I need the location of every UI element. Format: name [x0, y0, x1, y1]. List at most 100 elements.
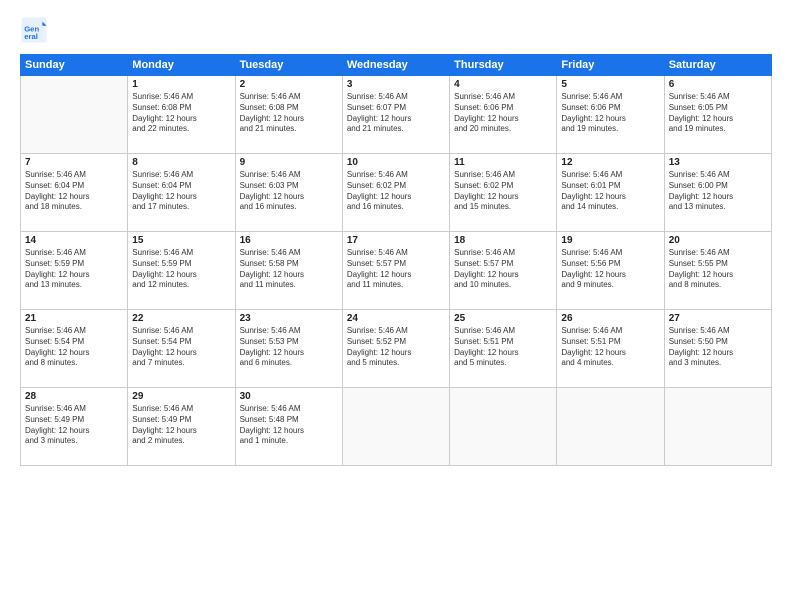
day-cell: 2Sunrise: 5:46 AM Sunset: 6:08 PM Daylig… — [235, 76, 342, 154]
day-info: Sunrise: 5:46 AM Sunset: 5:54 PM Dayligh… — [25, 326, 123, 369]
svg-text:eral: eral — [24, 32, 38, 41]
day-info: Sunrise: 5:46 AM Sunset: 6:02 PM Dayligh… — [347, 170, 445, 213]
day-cell: 21 Sunrise: 5:46 AM Sunset: 5:54 PM Dayli… — [21, 310, 128, 388]
logo: Gen eral — [20, 16, 50, 44]
day-number: 3 — [347, 79, 445, 90]
day-cell: 24 Sunrise: 5:46 AM Sunset: 5:52 PM Dayli… — [342, 310, 449, 388]
day-number: 26 — [561, 313, 659, 324]
day-number: 16 — [240, 235, 338, 246]
day-info: Sunrise: 5:46 AM Sunset: 5:49 PM Dayligh… — [132, 404, 230, 447]
day-info: Sunrise: 5:46 AM Sunset: 6:04 PM Dayligh… — [132, 170, 230, 213]
week-row-2: 14 Sunrise: 5:46 AM Sunset: 5:59 PM Dayli… — [21, 232, 772, 310]
page: Gen eral SundayMondayTuesdayWednesdayThu… — [0, 0, 792, 612]
day-number: 29 — [132, 391, 230, 402]
day-number: 7 — [25, 157, 123, 168]
day-cell: 10 Sunrise: 5:46 AM Sunset: 6:02 PM Dayli… — [342, 154, 449, 232]
day-number: 17 — [347, 235, 445, 246]
day-info: Sunrise: 5:46 AM Sunset: 6:04 PM Dayligh… — [25, 170, 123, 213]
day-info: Sunrise: 5:46 AM Sunset: 6:08 PM Dayligh… — [132, 92, 230, 135]
day-cell: 8 Sunrise: 5:46 AM Sunset: 6:04 PM Daylig… — [128, 154, 235, 232]
day-number: 12 — [561, 157, 659, 168]
day-info: Sunrise: 5:46 AM Sunset: 5:56 PM Dayligh… — [561, 248, 659, 291]
day-cell: 20 Sunrise: 5:46 AM Sunset: 5:55 PM Dayli… — [664, 232, 771, 310]
day-cell — [664, 388, 771, 466]
day-number: 28 — [25, 391, 123, 402]
day-number: 13 — [669, 157, 767, 168]
day-info: Sunrise: 5:46 AM Sunset: 5:57 PM Dayligh… — [454, 248, 552, 291]
day-cell: 28 Sunrise: 5:46 AM Sunset: 5:49 PM Dayli… — [21, 388, 128, 466]
day-cell: 19 Sunrise: 5:46 AM Sunset: 5:56 PM Dayli… — [557, 232, 664, 310]
day-number: 23 — [240, 313, 338, 324]
day-number: 8 — [132, 157, 230, 168]
day-number: 24 — [347, 313, 445, 324]
weekday-header-monday: Monday — [128, 55, 235, 76]
weekday-header-saturday: Saturday — [664, 55, 771, 76]
day-number: 10 — [347, 157, 445, 168]
day-info: Sunrise: 5:46 AM Sunset: 5:50 PM Dayligh… — [669, 326, 767, 369]
day-info: Sunrise: 5:46 AM Sunset: 6:06 PM Dayligh… — [561, 92, 659, 135]
day-number: 22 — [132, 313, 230, 324]
weekday-header-wednesday: Wednesday — [342, 55, 449, 76]
day-number: 14 — [25, 235, 123, 246]
day-cell: 18 Sunrise: 5:46 AM Sunset: 5:57 PM Dayli… — [450, 232, 557, 310]
day-number: 6 — [669, 79, 767, 90]
weekday-header-thursday: Thursday — [450, 55, 557, 76]
week-row-3: 21 Sunrise: 5:46 AM Sunset: 5:54 PM Dayli… — [21, 310, 772, 388]
day-number: 19 — [561, 235, 659, 246]
weekday-header-friday: Friday — [557, 55, 664, 76]
weekday-header-tuesday: Tuesday — [235, 55, 342, 76]
day-cell: 14 Sunrise: 5:46 AM Sunset: 5:59 PM Dayli… — [21, 232, 128, 310]
day-info: Sunrise: 5:46 AM Sunset: 5:51 PM Dayligh… — [454, 326, 552, 369]
day-number: 15 — [132, 235, 230, 246]
day-number: 18 — [454, 235, 552, 246]
day-cell: 27 Sunrise: 5:46 AM Sunset: 5:50 PM Dayli… — [664, 310, 771, 388]
day-cell — [450, 388, 557, 466]
week-row-1: 7 Sunrise: 5:46 AM Sunset: 6:04 PM Daylig… — [21, 154, 772, 232]
day-cell: 16Sunrise: 5:46 AM Sunset: 5:58 PM Dayli… — [235, 232, 342, 310]
day-cell: 11Sunrise: 5:46 AM Sunset: 6:02 PM Dayli… — [450, 154, 557, 232]
day-info: Sunrise: 5:46 AM Sunset: 6:02 PM Dayligh… — [454, 170, 552, 213]
day-info: Sunrise: 5:46 AM Sunset: 5:53 PM Dayligh… — [240, 326, 338, 369]
day-info: Sunrise: 5:46 AM Sunset: 6:00 PM Dayligh… — [669, 170, 767, 213]
day-info: Sunrise: 5:46 AM Sunset: 6:08 PM Dayligh… — [240, 92, 338, 135]
day-cell: 22 Sunrise: 5:46 AM Sunset: 5:54 PM Dayli… — [128, 310, 235, 388]
day-number: 4 — [454, 79, 552, 90]
day-number: 5 — [561, 79, 659, 90]
day-number: 20 — [669, 235, 767, 246]
day-cell: 9 Sunrise: 5:46 AM Sunset: 6:03 PM Daylig… — [235, 154, 342, 232]
day-cell: 1 Sunrise: 5:46 AM Sunset: 6:08 PM Daylig… — [128, 76, 235, 154]
day-cell: 23 Sunrise: 5:46 AM Sunset: 5:53 PM Dayli… — [235, 310, 342, 388]
day-cell: 26Sunrise: 5:46 AM Sunset: 5:51 PM Dayli… — [557, 310, 664, 388]
day-info: Sunrise: 5:46 AM Sunset: 5:59 PM Dayligh… — [25, 248, 123, 291]
day-cell: 29 Sunrise: 5:46 AM Sunset: 5:49 PM Dayli… — [128, 388, 235, 466]
week-row-0: 1 Sunrise: 5:46 AM Sunset: 6:08 PM Daylig… — [21, 76, 772, 154]
day-info: Sunrise: 5:46 AM Sunset: 6:05 PM Dayligh… — [669, 92, 767, 135]
header: Gen eral — [20, 16, 772, 44]
day-cell: 13 Sunrise: 5:46 AM Sunset: 6:00 PM Dayli… — [664, 154, 771, 232]
day-info: Sunrise: 5:46 AM Sunset: 5:55 PM Dayligh… — [669, 248, 767, 291]
day-info: Sunrise: 5:46 AM Sunset: 5:49 PM Dayligh… — [25, 404, 123, 447]
day-cell — [21, 76, 128, 154]
day-info: Sunrise: 5:46 AM Sunset: 6:03 PM Dayligh… — [240, 170, 338, 213]
day-info: Sunrise: 5:46 AM Sunset: 6:07 PM Dayligh… — [347, 92, 445, 135]
weekday-header-sunday: Sunday — [21, 55, 128, 76]
day-cell: 3 Sunrise: 5:46 AM Sunset: 6:07 PM Daylig… — [342, 76, 449, 154]
day-info: Sunrise: 5:46 AM Sunset: 6:01 PM Dayligh… — [561, 170, 659, 213]
day-number: 21 — [25, 313, 123, 324]
day-cell — [342, 388, 449, 466]
day-cell: 25Sunrise: 5:46 AM Sunset: 5:51 PM Dayli… — [450, 310, 557, 388]
day-cell: 15Sunrise: 5:46 AM Sunset: 5:59 PM Dayli… — [128, 232, 235, 310]
day-info: Sunrise: 5:46 AM Sunset: 5:54 PM Dayligh… — [132, 326, 230, 369]
day-info: Sunrise: 5:46 AM Sunset: 5:52 PM Dayligh… — [347, 326, 445, 369]
logo-icon: Gen eral — [20, 16, 48, 44]
week-row-4: 28 Sunrise: 5:46 AM Sunset: 5:49 PM Dayli… — [21, 388, 772, 466]
day-cell: 30 Sunrise: 5:46 AM Sunset: 5:48 PM Dayli… — [235, 388, 342, 466]
day-number: 27 — [669, 313, 767, 324]
day-number: 1 — [132, 79, 230, 90]
day-info: Sunrise: 5:46 AM Sunset: 6:06 PM Dayligh… — [454, 92, 552, 135]
day-cell: 17Sunrise: 5:46 AM Sunset: 5:57 PM Dayli… — [342, 232, 449, 310]
day-cell — [557, 388, 664, 466]
day-number: 9 — [240, 157, 338, 168]
day-info: Sunrise: 5:46 AM Sunset: 5:48 PM Dayligh… — [240, 404, 338, 447]
day-number: 30 — [240, 391, 338, 402]
